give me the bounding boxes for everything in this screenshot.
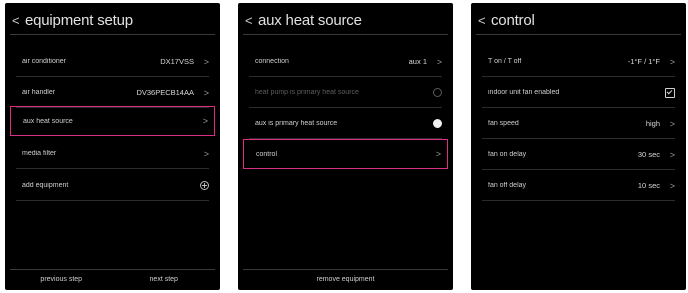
next-step-button[interactable]: next step bbox=[113, 270, 216, 290]
row-label: aux heat source bbox=[23, 117, 73, 125]
row-aux-heat-source[interactable]: aux heat source > bbox=[10, 106, 215, 136]
header-divider bbox=[10, 34, 215, 35]
row-label: fan on delay bbox=[488, 151, 527, 158]
row-label: fan speed bbox=[488, 120, 519, 127]
page-title: control bbox=[491, 11, 535, 29]
row-indoor-fan-enabled[interactable]: indoor unit fan enabled bbox=[476, 77, 681, 108]
chevron-right-icon: > bbox=[669, 180, 675, 191]
checkbox-checked-icon[interactable] bbox=[665, 87, 675, 98]
chevron-right-icon: > bbox=[203, 148, 209, 159]
footer: remove equipment bbox=[243, 270, 448, 290]
back-chevron-icon[interactable]: < bbox=[478, 13, 488, 28]
header-divider bbox=[476, 34, 681, 35]
previous-step-button[interactable]: previous step bbox=[10, 270, 113, 290]
row-fan-speed[interactable]: fan speed high > bbox=[476, 108, 681, 139]
row-fan-off-delay[interactable]: fan off delay 10 sec > bbox=[476, 170, 681, 201]
chevron-right-icon: > bbox=[202, 116, 208, 126]
row-aux-primary[interactable]: aux is primary heat source bbox=[243, 108, 448, 139]
header: < equipment setup bbox=[12, 9, 214, 31]
radio-off-icon[interactable] bbox=[433, 88, 442, 97]
row-value: DV36PECB14AA bbox=[136, 88, 194, 97]
row-media-filter[interactable]: media filter > bbox=[10, 138, 215, 169]
row-air-handler[interactable]: air handler DV36PECB14AA > bbox=[10, 77, 215, 108]
row-air-conditioner[interactable]: air conditioner DX17VSS > bbox=[10, 46, 215, 77]
row-label: T on / T off bbox=[488, 58, 522, 65]
chevron-right-icon: > bbox=[669, 149, 675, 160]
aux-heat-source-screen: < aux heat source connection aux 1 > hea… bbox=[238, 3, 453, 290]
remove-equipment-button[interactable]: remove equipment bbox=[243, 270, 448, 290]
row-label: fan off delay bbox=[488, 182, 527, 189]
row-value: -1°F / 1°F bbox=[627, 57, 660, 66]
row-value: 30 sec bbox=[637, 150, 660, 159]
row-value: aux 1 bbox=[408, 57, 427, 66]
chevron-right-icon: > bbox=[203, 56, 209, 67]
row-value: DX17VSS bbox=[160, 57, 194, 66]
page-title: aux heat source bbox=[258, 11, 362, 29]
footer: previous step next step bbox=[10, 270, 215, 290]
row-fan-on-delay[interactable]: fan on delay 30 sec > bbox=[476, 139, 681, 170]
row-label: indoor unit fan enabled bbox=[488, 89, 560, 96]
row-label: control bbox=[256, 150, 278, 158]
chevron-right-icon: > bbox=[435, 149, 441, 159]
chevron-right-icon: > bbox=[203, 87, 209, 98]
back-chevron-icon[interactable]: < bbox=[12, 13, 22, 28]
back-chevron-icon[interactable]: < bbox=[245, 13, 255, 28]
row-label: air handler bbox=[22, 89, 56, 96]
row-value: 10 sec bbox=[637, 181, 660, 190]
radio-on-icon[interactable] bbox=[433, 119, 442, 128]
row-label: connection bbox=[255, 58, 289, 65]
chevron-right-icon: > bbox=[436, 56, 442, 67]
chevron-right-icon: > bbox=[669, 118, 675, 129]
row-label: aux is primary heat source bbox=[255, 120, 338, 127]
page-title: equipment setup bbox=[25, 11, 133, 29]
row-label: heat pump is primary heat source bbox=[255, 89, 359, 96]
row-label: media filter bbox=[22, 150, 57, 157]
header: < control bbox=[478, 9, 680, 31]
add-circle-icon bbox=[200, 181, 209, 190]
chevron-right-icon: > bbox=[669, 56, 675, 67]
header-divider bbox=[243, 34, 448, 35]
row-value: high bbox=[645, 119, 660, 128]
row-label: add equipment bbox=[22, 182, 69, 189]
control-screen: < control T on / T off -1°F / 1°F > indo… bbox=[471, 3, 686, 290]
header: < aux heat source bbox=[245, 9, 447, 31]
row-connection[interactable]: connection aux 1 > bbox=[243, 46, 448, 77]
row-heat-pump-primary[interactable]: heat pump is primary heat source bbox=[243, 77, 448, 108]
row-control[interactable]: control > bbox=[243, 139, 448, 169]
equipment-setup-screen: < equipment setup air conditioner DX17VS… bbox=[5, 3, 220, 290]
row-add-equipment[interactable]: add equipment bbox=[10, 170, 215, 201]
row-t-on-t-off[interactable]: T on / T off -1°F / 1°F > bbox=[476, 46, 681, 77]
row-label: air conditioner bbox=[22, 58, 66, 65]
